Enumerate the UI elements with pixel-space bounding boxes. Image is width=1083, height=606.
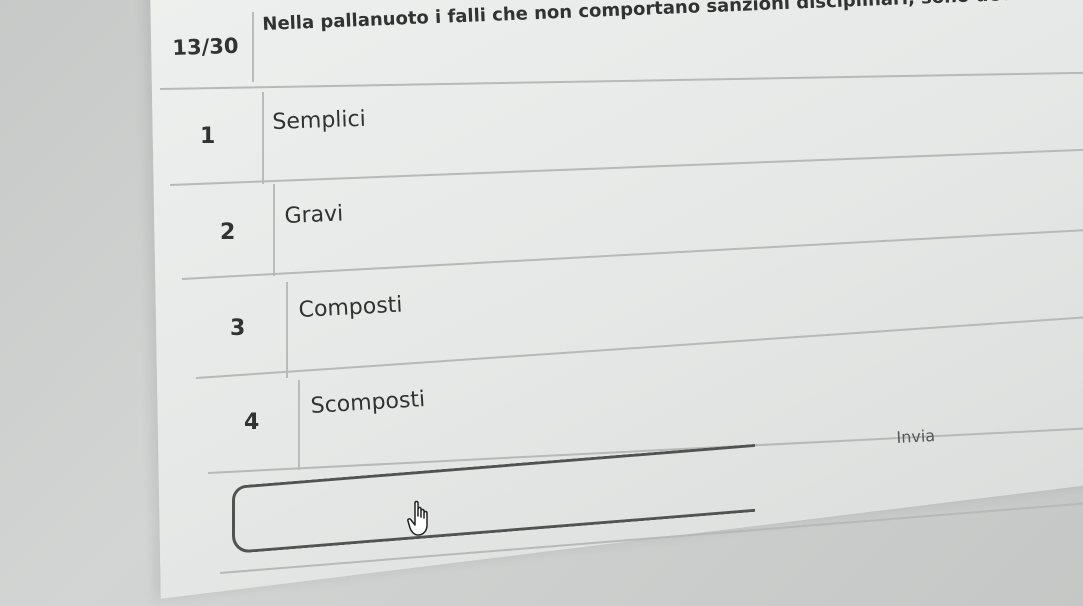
option-number-3: 3 <box>230 316 246 341</box>
option-label-2: Gravi <box>284 201 344 229</box>
option-number-1: 1 <box>200 124 216 149</box>
submit-label[interactable]: Invia <box>896 426 936 447</box>
hand-pointer-icon <box>407 500 428 536</box>
option-divider-3 <box>286 282 288 378</box>
option-divider-2 <box>273 184 275 276</box>
header-divider <box>252 12 254 82</box>
option-divider-1 <box>262 92 264 184</box>
question-counter: 13/30 <box>172 33 239 60</box>
option-number-2: 2 <box>220 220 236 245</box>
option-label-1: Semplici <box>272 106 367 135</box>
option-number-4: 4 <box>244 410 260 435</box>
option-divider-4 <box>298 380 300 470</box>
quiz-screen: 13/30 Nella pallanuoto i falli che non c… <box>0 0 1083 606</box>
